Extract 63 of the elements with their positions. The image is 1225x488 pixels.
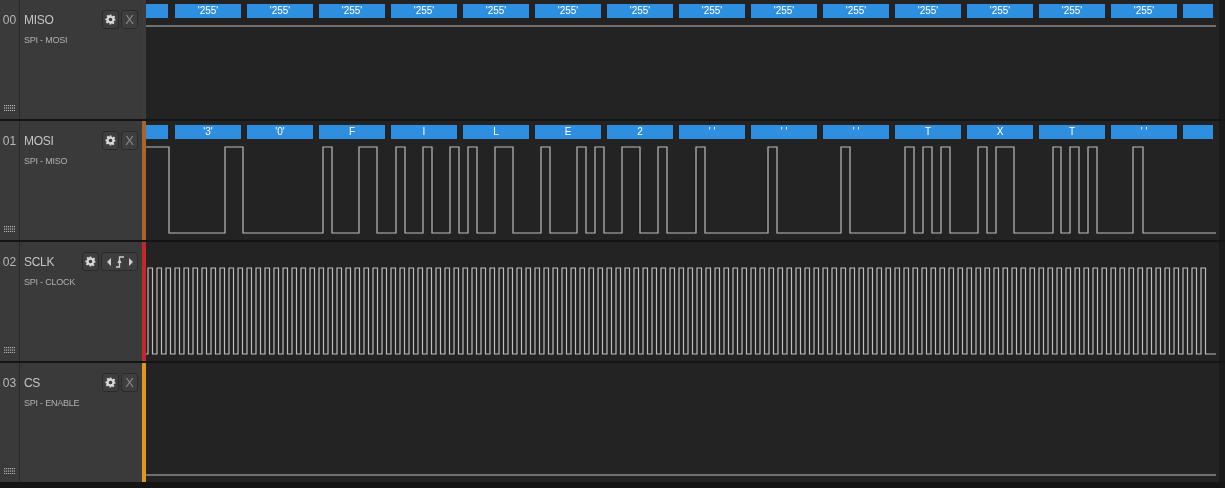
channel-name: CS	[24, 377, 41, 389]
settings-icon	[105, 377, 116, 388]
decode-bubble: '255'	[1039, 4, 1105, 18]
settings-icon	[85, 256, 96, 267]
channel-number: 03	[2, 377, 17, 389]
decode-bubble: 2	[607, 125, 673, 139]
decode-bubble: E	[535, 125, 601, 139]
rising-edge-icon	[115, 255, 124, 268]
decode-bubble: '255'	[391, 4, 457, 18]
channel-name: MOSI	[24, 135, 54, 147]
decode-bubble: ' '	[823, 125, 889, 139]
decode-bubble: X	[967, 125, 1033, 139]
settings-icon	[105, 14, 116, 25]
decode-bubble: '255'	[463, 4, 529, 18]
decode-bubble: '255'	[607, 4, 673, 18]
decode-bubble: '3'	[175, 125, 241, 139]
decode-bubble: '255'	[679, 4, 745, 18]
decode-bubble: '255'	[535, 4, 601, 18]
decode-bubble: '255'	[967, 4, 1033, 18]
settings-button[interactable]	[102, 131, 119, 150]
channel-name: MISO	[24, 14, 54, 26]
decode-bubble: '255'	[823, 4, 889, 18]
settings-button[interactable]	[102, 10, 119, 29]
settings-button[interactable]	[102, 373, 119, 392]
decode-bubble: '255'	[175, 4, 241, 18]
channel-subtitle: SPI - CLOCK	[24, 278, 77, 287]
channel-subtitle: SPI - MISO	[24, 157, 69, 166]
channel-number: 02	[2, 256, 17, 268]
decode-bubble: L	[463, 125, 529, 139]
decode-bubble	[1183, 125, 1213, 139]
channel-number: 00	[2, 14, 17, 26]
close-button[interactable]: X	[121, 131, 138, 150]
decode-bubble: I	[391, 125, 457, 139]
channel-name: SCLK	[24, 256, 55, 268]
channel-subtitle: SPI - MOSI	[24, 36, 69, 45]
channel-subtitle: SPI - ENABLE	[24, 399, 81, 408]
drag-handle-icon[interactable]	[4, 105, 15, 111]
close-button[interactable]: X	[121, 373, 138, 392]
decode-bubble: ' '	[679, 125, 745, 139]
decode-bubble: '255'	[895, 4, 961, 18]
decode-bubble: '255'	[751, 4, 817, 18]
decode-bubble: F	[319, 125, 385, 139]
drag-handle-icon[interactable]	[4, 347, 15, 353]
channel-number: 01	[2, 135, 17, 147]
decode-bubble: T	[1039, 125, 1105, 139]
right-arrow-icon	[128, 257, 133, 266]
close-button[interactable]: X	[121, 10, 138, 29]
drag-handle-icon[interactable]	[4, 226, 15, 232]
left-arrow-icon	[106, 257, 111, 266]
decode-bubble: '255'	[247, 4, 313, 18]
decode-bubble: '0'	[247, 125, 313, 139]
trigger-button[interactable]	[101, 252, 138, 271]
settings-button[interactable]	[82, 252, 99, 271]
decode-bubble: '255'	[319, 4, 385, 18]
decode-bubble: T	[895, 125, 961, 139]
settings-icon	[105, 135, 116, 146]
decode-bubble: ' '	[751, 125, 817, 139]
decode-bubble	[1183, 4, 1213, 18]
decode-bubble	[146, 4, 168, 18]
decode-bubble	[146, 125, 168, 139]
drag-handle-icon[interactable]	[4, 468, 15, 474]
decode-bubble: ' '	[1111, 125, 1177, 139]
decode-bubble: '255'	[1111, 4, 1177, 18]
